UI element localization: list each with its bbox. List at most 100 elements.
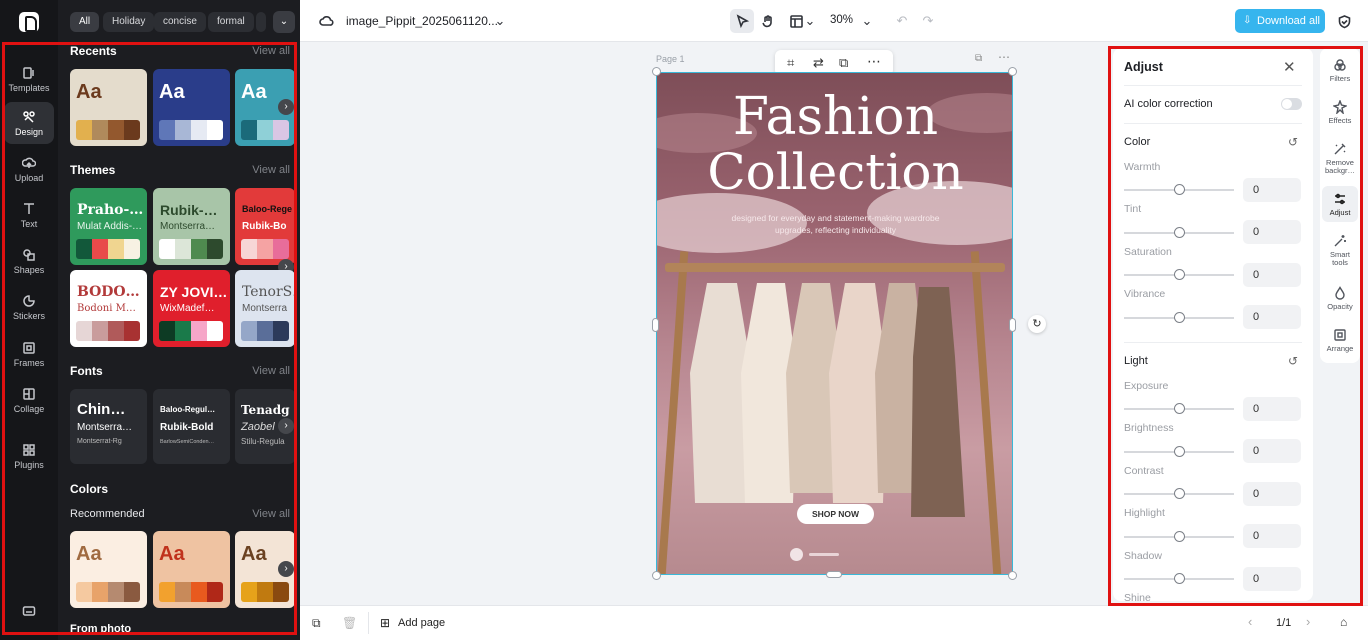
themes-view-all[interactable]: View all bbox=[252, 164, 290, 176]
tint-value[interactable]: 0 bbox=[1243, 220, 1301, 244]
chip-more[interactable] bbox=[256, 12, 266, 32]
chip-holiday[interactable]: Holiday bbox=[103, 12, 155, 32]
slider-knob[interactable] bbox=[1174, 312, 1185, 323]
rail-frames[interactable]: Frames bbox=[4, 333, 54, 375]
saturation-slider[interactable] bbox=[1124, 269, 1234, 280]
rail-collage[interactable]: Collage bbox=[4, 379, 54, 421]
poster-image[interactable]: Fashion Collection designed for everyday… bbox=[656, 72, 1013, 575]
resize-handle[interactable] bbox=[1009, 318, 1016, 332]
tool-effects[interactable]: Effects bbox=[1320, 100, 1360, 125]
prev-page-icon[interactable]: ‹ bbox=[1248, 614, 1252, 629]
slider-knob[interactable] bbox=[1174, 573, 1185, 584]
resize-handle[interactable] bbox=[1008, 67, 1017, 76]
reset-icon[interactable]: ↺ bbox=[1288, 354, 1298, 368]
shadow-slider[interactable] bbox=[1124, 573, 1234, 584]
resize-handle[interactable] bbox=[652, 571, 661, 580]
tool-smart-tools[interactable]: Smart tools bbox=[1320, 234, 1360, 267]
reset-icon[interactable]: ↺ bbox=[1288, 135, 1298, 149]
trash-icon[interactable]: 🗑 bbox=[342, 616, 357, 630]
more-icon[interactable]: ⋯ bbox=[867, 53, 881, 70]
next-page-icon[interactable]: › bbox=[1306, 614, 1310, 629]
add-page-button[interactable]: ⊞ Add page bbox=[380, 615, 445, 633]
close-icon[interactable]: ✕ bbox=[1283, 58, 1296, 76]
shield-icon[interactable] bbox=[1334, 11, 1354, 31]
ai-color-toggle[interactable] bbox=[1281, 98, 1302, 110]
cloud-icon[interactable] bbox=[316, 11, 336, 31]
layout-icon[interactable] bbox=[786, 11, 806, 31]
replace-icon[interactable]: ⇄ bbox=[813, 55, 824, 71]
theme-card[interactable]: ZY JOVI… WixMadef… bbox=[153, 270, 230, 347]
rail-stickers[interactable]: Stickers bbox=[4, 286, 54, 328]
rail-text[interactable]: Text bbox=[4, 194, 54, 236]
theme-card[interactable]: Praho-… Mulat Addis-… bbox=[70, 188, 147, 265]
resize-handle[interactable] bbox=[826, 571, 842, 578]
theme-card[interactable]: TenorS… Montserra bbox=[235, 270, 295, 347]
highlight-slider[interactable] bbox=[1124, 531, 1234, 542]
undo-icon[interactable]: ↶ bbox=[892, 11, 912, 31]
slider-knob[interactable] bbox=[1174, 446, 1185, 457]
chip-all[interactable]: All bbox=[70, 12, 100, 32]
slider-knob[interactable] bbox=[1174, 184, 1185, 195]
pointer-icon[interactable] bbox=[730, 9, 754, 33]
tool-arrange[interactable]: Arrange bbox=[1320, 328, 1360, 353]
zoom-level[interactable]: 30% bbox=[830, 14, 853, 26]
slider-knob[interactable] bbox=[1174, 227, 1185, 238]
tool-remove-background[interactable]: Remove backgr… bbox=[1320, 142, 1360, 175]
chevron-right-icon[interactable]: › bbox=[278, 99, 294, 115]
highlight-value[interactable]: 0 bbox=[1243, 524, 1301, 548]
resize-handle[interactable] bbox=[652, 67, 661, 76]
rotate-icon[interactable]: ↻ bbox=[1028, 315, 1046, 333]
download-all-button[interactable]: ⇩ Download all bbox=[1235, 9, 1325, 33]
slider-knob[interactable] bbox=[1174, 269, 1185, 280]
rail-shapes[interactable]: Shapes bbox=[4, 240, 54, 282]
app-logo[interactable] bbox=[19, 12, 39, 32]
tool-adjust[interactable]: Adjust bbox=[1322, 186, 1358, 222]
recent-card[interactable]: Aa bbox=[153, 69, 230, 146]
rail-design[interactable]: Design bbox=[4, 102, 54, 144]
tool-opacity[interactable]: Opacity bbox=[1320, 286, 1360, 311]
color-card[interactable]: Aa bbox=[153, 531, 230, 608]
rail-upload[interactable]: Upload bbox=[4, 148, 54, 190]
chevron-right-icon[interactable]: › bbox=[278, 561, 294, 577]
font-card[interactable]: Baloo-Regul… Rubik-Bold BarlowSemiConden… bbox=[153, 389, 230, 464]
colors-view-all[interactable]: View all bbox=[252, 508, 290, 520]
rail-templates[interactable]: Templates bbox=[4, 58, 54, 100]
chevron-down-icon[interactable]: ⌄ bbox=[860, 11, 874, 31]
theme-card[interactable]: Rubik-… Montserra… bbox=[153, 188, 230, 265]
vibrance-slider[interactable] bbox=[1124, 312, 1234, 323]
shadow-value[interactable]: 0 bbox=[1243, 567, 1301, 591]
chevron-right-icon[interactable]: › bbox=[278, 418, 294, 434]
contrast-value[interactable]: 0 bbox=[1243, 482, 1301, 506]
slider-knob[interactable] bbox=[1174, 488, 1185, 499]
brightness-value[interactable]: 0 bbox=[1243, 439, 1301, 463]
contrast-slider[interactable] bbox=[1124, 488, 1234, 499]
layers-icon[interactable]: ⧉ bbox=[312, 616, 321, 631]
exposure-value[interactable]: 0 bbox=[1243, 397, 1301, 421]
chip-formal[interactable]: formal bbox=[208, 12, 254, 32]
file-name[interactable]: image_Pippit_2025061120... bbox=[346, 14, 498, 28]
brightness-slider[interactable] bbox=[1124, 446, 1234, 457]
warmth-value[interactable]: 0 bbox=[1243, 178, 1301, 202]
warmth-slider[interactable] bbox=[1124, 184, 1234, 195]
fonts-view-all[interactable]: View all bbox=[252, 365, 290, 377]
tint-slider[interactable] bbox=[1124, 227, 1234, 238]
resize-handle[interactable] bbox=[652, 318, 659, 332]
slider-knob[interactable] bbox=[1174, 531, 1185, 542]
recents-view-all[interactable]: View all bbox=[252, 45, 290, 57]
hand-icon[interactable] bbox=[758, 11, 778, 31]
recent-card[interactable]: Aa bbox=[70, 69, 147, 146]
expand-icon[interactable]: ⌂ bbox=[1340, 615, 1347, 629]
chevron-down-icon[interactable]: ⌄ bbox=[273, 11, 295, 33]
resize-handle[interactable] bbox=[1008, 571, 1017, 580]
chip-concise[interactable]: concise bbox=[154, 12, 206, 32]
color-card[interactable]: Aa bbox=[70, 531, 147, 608]
chevron-down-icon[interactable]: ⌄ bbox=[490, 11, 510, 31]
font-card[interactable]: Chin… Montserra… Montserrat-Rg bbox=[70, 389, 147, 464]
theme-card[interactable]: BODO… Bodoni M… bbox=[70, 270, 147, 347]
exposure-slider[interactable] bbox=[1124, 403, 1234, 414]
redo-icon[interactable]: ↷ bbox=[918, 11, 938, 31]
saturation-value[interactable]: 0 bbox=[1243, 263, 1301, 287]
vibrance-value[interactable]: 0 bbox=[1243, 305, 1301, 329]
chevron-down-icon[interactable]: ⌄ bbox=[804, 11, 816, 31]
page-more-icon[interactable]: ⋯ bbox=[998, 50, 1010, 64]
